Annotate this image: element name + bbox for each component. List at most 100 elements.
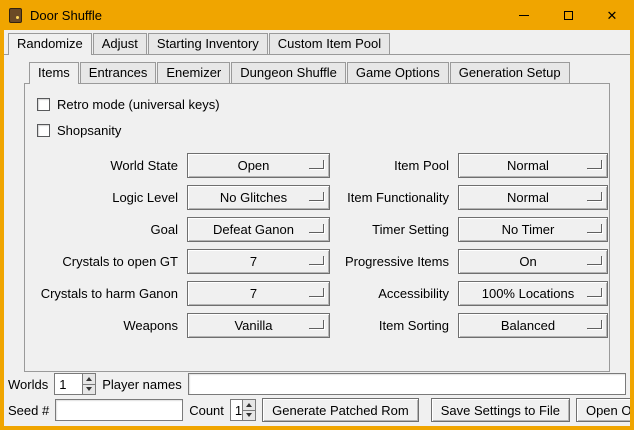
dropdown-indicator-icon — [309, 192, 324, 201]
spin-down-button[interactable] — [83, 384, 95, 395]
arrow-down-icon — [86, 387, 92, 391]
item-functionality-dropdown[interactable]: Normal — [458, 185, 608, 210]
worlds-row: Worlds 1 Player names — [8, 372, 626, 396]
dropdown-value: 7 — [250, 286, 267, 301]
options-grid: World State Open Item Pool Normal Logic … — [29, 153, 603, 338]
spin-down-button[interactable] — [243, 410, 255, 421]
dropdown-indicator-icon — [309, 288, 324, 297]
arrow-down-icon — [246, 413, 252, 417]
goal-label: Goal — [29, 222, 180, 237]
spin-up-button[interactable] — [243, 400, 255, 410]
timer-setting-label: Timer Setting — [337, 222, 451, 237]
logic-level-dropdown[interactable]: No Glitches — [187, 185, 330, 210]
goal-dropdown[interactable]: Defeat Ganon — [187, 217, 330, 242]
sub-tab-bar: Items Entrances Enemizer Dungeon Shuffle… — [24, 61, 610, 84]
minimize-icon — [519, 15, 529, 16]
shopsanity-label: Shopsanity — [57, 123, 121, 138]
dropdown-indicator-icon — [587, 160, 602, 169]
titlebar: Door Shuffle ✕ — [0, 0, 634, 30]
worlds-label: Worlds — [8, 377, 48, 392]
close-icon: ✕ — [607, 9, 618, 22]
arrow-up-icon — [86, 377, 92, 381]
seed-row: Seed # Count 1 Generate Patched Rom Save… — [8, 398, 626, 422]
crystals-open-gt-label: Crystals to open GT — [29, 254, 180, 269]
tab-randomize[interactable]: Randomize — [8, 33, 92, 55]
tab-game-options[interactable]: Game Options — [347, 62, 449, 83]
tab-entrances[interactable]: Entrances — [80, 62, 157, 83]
crystals-harm-ganon-dropdown[interactable]: 7 — [187, 281, 330, 306]
dropdown-value: Vanilla — [234, 318, 282, 333]
worlds-value: 1 — [55, 374, 82, 394]
retro-mode-checkbox[interactable]: Retro mode (universal keys) — [37, 96, 609, 112]
close-button[interactable]: ✕ — [590, 0, 634, 30]
dropdown-value: On — [519, 254, 546, 269]
dropdown-indicator-icon — [309, 256, 324, 265]
player-names-input[interactable] — [188, 373, 626, 395]
player-names-label: Player names — [102, 377, 181, 392]
world-state-dropdown[interactable]: Open — [187, 153, 330, 178]
seed-input[interactable] — [55, 399, 183, 421]
tab-custom-item-pool[interactable]: Custom Item Pool — [269, 33, 390, 54]
minimize-button[interactable] — [502, 0, 546, 30]
tab-adjust[interactable]: Adjust — [93, 33, 147, 54]
count-label: Count — [189, 403, 224, 418]
tab-dungeon-shuffle[interactable]: Dungeon Shuffle — [231, 62, 346, 83]
dropdown-indicator-icon — [309, 160, 324, 169]
spin-arrows — [242, 400, 255, 420]
weapons-dropdown[interactable]: Vanilla — [187, 313, 330, 338]
window-controls: ✕ — [502, 0, 634, 30]
dropdown-indicator-icon — [309, 224, 324, 233]
weapons-label: Weapons — [29, 318, 180, 333]
maximize-button[interactable] — [546, 0, 590, 30]
dropdown-indicator-icon — [309, 320, 324, 329]
shopsanity-checkbox[interactable]: Shopsanity — [37, 122, 609, 138]
dropdown-value: Defeat Ganon — [213, 222, 304, 237]
checkbox-unchecked-icon[interactable] — [37, 124, 50, 137]
item-sorting-label: Item Sorting — [337, 318, 451, 333]
tab-generation-setup[interactable]: Generation Setup — [450, 62, 570, 83]
maximize-icon — [564, 11, 573, 20]
dropdown-value: No Glitches — [220, 190, 297, 205]
tab-enemizer[interactable]: Enemizer — [157, 62, 230, 83]
client-area: Randomize Adjust Starting Inventory Cust… — [4, 30, 630, 426]
item-pool-label: Item Pool — [337, 158, 451, 173]
crystals-harm-ganon-label: Crystals to harm Ganon — [29, 286, 180, 301]
spin-up-button[interactable] — [83, 374, 95, 384]
seed-label: Seed # — [8, 403, 49, 418]
save-settings-button[interactable]: Save Settings to File — [431, 398, 570, 422]
dropdown-value: Normal — [507, 158, 559, 173]
accessibility-dropdown[interactable]: 100% Locations — [458, 281, 608, 306]
item-sorting-dropdown[interactable]: Balanced — [458, 313, 608, 338]
timer-setting-dropdown[interactable]: No Timer — [458, 217, 608, 242]
item-functionality-label: Item Functionality — [337, 190, 451, 205]
app-icon — [9, 8, 22, 23]
dropdown-value: Balanced — [501, 318, 565, 333]
generate-patched-rom-button[interactable]: Generate Patched Rom — [262, 398, 419, 422]
door-shuffle-window: Door Shuffle ✕ Randomize Adjust Starting… — [0, 0, 634, 430]
item-pool-dropdown[interactable]: Normal — [458, 153, 608, 178]
arrow-up-icon — [246, 403, 252, 407]
world-state-label: World State — [29, 158, 180, 173]
dropdown-value: 7 — [250, 254, 267, 269]
open-output-directory-button[interactable]: Open Output Directory — [576, 398, 630, 422]
dropdown-value: Normal — [507, 190, 559, 205]
tab-items[interactable]: Items — [29, 62, 79, 84]
worlds-spinbox[interactable]: 1 — [54, 373, 96, 395]
dropdown-value: No Timer — [502, 222, 565, 237]
count-value: 1 — [231, 400, 242, 420]
dropdown-indicator-icon — [587, 320, 602, 329]
dropdown-indicator-icon — [587, 192, 602, 201]
crystals-open-gt-dropdown[interactable]: 7 — [187, 249, 330, 274]
dropdown-indicator-icon — [587, 288, 602, 297]
accessibility-label: Accessibility — [337, 286, 451, 301]
retro-mode-label: Retro mode (universal keys) — [57, 97, 220, 112]
tab-starting-inventory[interactable]: Starting Inventory — [148, 33, 268, 54]
window-title: Door Shuffle — [30, 8, 102, 23]
bottom-bar: Worlds 1 Player names Seed # Count 1 — [4, 372, 630, 426]
items-pane: Retro mode (universal keys) Shopsanity W… — [24, 84, 610, 372]
dropdown-value: 100% Locations — [482, 286, 585, 301]
progressive-items-label: Progressive Items — [337, 254, 451, 269]
progressive-items-dropdown[interactable]: On — [458, 249, 608, 274]
count-spinbox[interactable]: 1 — [230, 399, 256, 421]
checkbox-unchecked-icon[interactable] — [37, 98, 50, 111]
